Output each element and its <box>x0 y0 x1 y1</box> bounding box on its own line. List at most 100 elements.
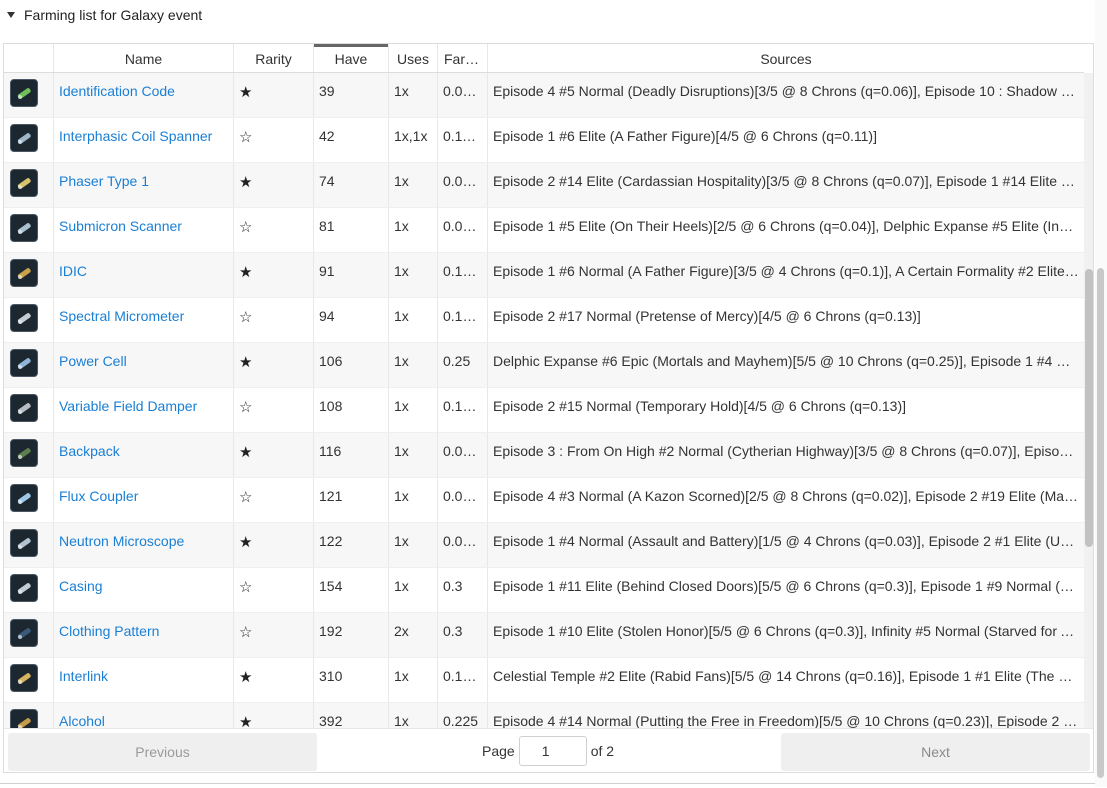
rarity-cell: ☆ <box>234 568 314 612</box>
have-cell: 154 <box>314 568 389 612</box>
table-row[interactable]: Casing ☆ 154 1x 0.3 Episode 1 #11 Elite (Behi… <box>4 568 1084 613</box>
item-name-link[interactable]: Casing <box>59 578 103 594</box>
item-name-link[interactable]: Neutron Microscope <box>59 533 184 549</box>
backpack-icon <box>10 439 38 467</box>
farm-cell: 0.15… <box>438 658 488 702</box>
uses-cell: 1x <box>389 478 438 522</box>
page-scrollbar-thumb[interactable] <box>1097 268 1104 778</box>
rarity-cell: ☆ <box>234 298 314 342</box>
sources-cell: Episode 4 #14 Normal (Putting the Free i… <box>493 713 1084 728</box>
page-input[interactable] <box>518 736 587 766</box>
item-name-link[interactable]: Variable Field Damper <box>59 398 197 414</box>
sources-cell: Episode 1 #6 Elite (A Father Figure)[4/5… <box>493 128 877 144</box>
have-cell: 310 <box>314 658 389 702</box>
table-row[interactable]: Flux Coupler ☆ 121 1x 0.02… Episode 4 #3 Norm… <box>4 478 1084 523</box>
item-name-cell: Clothing Pattern <box>54 613 234 657</box>
uses-cell: 1x <box>389 658 438 702</box>
table-scrollbar[interactable] <box>1084 73 1093 728</box>
item-name-link[interactable]: Interphasic Coil Spanner <box>59 128 212 144</box>
item-icon-cell <box>4 208 54 252</box>
casing-icon <box>10 574 38 602</box>
item-icon-cell <box>4 163 54 207</box>
table-row[interactable]: Power Cell ★ 106 1x 0.25 Delphic Expanse #6 E… <box>4 343 1084 388</box>
table-row[interactable]: Alcohol ★ 392 1x 0.225 Episode 4 #14 Normal (… <box>4 703 1084 728</box>
uses-cell: 1x <box>389 343 438 387</box>
item-name-link[interactable]: Spectral Micrometer <box>59 308 184 324</box>
farm-cell: 0.3 <box>438 613 488 657</box>
rarity-cell: ☆ <box>234 613 314 657</box>
table-scrollbar-thumb[interactable] <box>1085 269 1093 547</box>
column-header-uses[interactable]: Uses <box>389 44 438 72</box>
item-name-cell: Backpack <box>54 433 234 477</box>
item-name-link[interactable]: IDIC <box>59 263 87 279</box>
item-name-link[interactable]: Interlink <box>59 668 108 684</box>
next-button[interactable]: Next <box>781 733 1090 771</box>
table-row[interactable]: Spectral Micrometer ☆ 94 1x 0.13… Episode 2 #… <box>4 298 1084 343</box>
table-row[interactable]: Clothing Pattern ☆ 192 2x 0.3 Episode 1 #10 E… <box>4 613 1084 658</box>
table-body: Identification Code ★ 39 1x 0.06… Episode 4 #… <box>4 73 1084 728</box>
sources-cell: Episode 3 : From On High #2 Normal (Cyth… <box>493 443 1084 459</box>
table-row[interactable]: Phaser Type 1 ★ 74 1x 0.06… Episode 2 #14 Eli… <box>4 163 1084 208</box>
item-name-cell: Interlink <box>54 658 234 702</box>
caret-down-icon[interactable] <box>7 12 15 18</box>
farm-cell: 0.13… <box>438 298 488 342</box>
page-total: of 2 <box>590 743 615 759</box>
table-row[interactable]: Backpack ★ 116 1x 0.06… Episode 3 : From On H… <box>4 433 1084 478</box>
item-icon-cell <box>4 613 54 657</box>
item-icon-cell <box>4 253 54 297</box>
item-name-link[interactable]: Submicron Scanner <box>59 218 182 234</box>
sources-cell: Celestial Temple #2 Elite (Rabid Fans)[5… <box>493 668 1084 684</box>
uses-cell: 1x <box>389 703 438 728</box>
damper-icon <box>10 394 38 422</box>
uses-cell: 1x <box>389 253 438 297</box>
farm-cell: 0.06… <box>438 73 488 117</box>
divider <box>0 783 1095 788</box>
item-name-link[interactable]: Flux Coupler <box>59 488 138 504</box>
column-header-sources[interactable]: Sources <box>488 44 1084 72</box>
item-name-link[interactable]: Power Cell <box>59 353 127 369</box>
pagination: Previous Page of 2 Next <box>4 728 1093 772</box>
uses-cell: 1x,1x <box>389 118 438 162</box>
rarity-cell: ★ <box>234 253 314 297</box>
table-row[interactable]: Submicron Scanner ☆ 81 1x 0.04… Episode 1 #5 … <box>4 208 1084 253</box>
uses-cell: 1x <box>389 433 438 477</box>
rarity-cell: ☆ <box>234 478 314 522</box>
item-name-link[interactable]: Backpack <box>59 443 120 459</box>
column-header-have[interactable]: Have <box>314 44 389 72</box>
item-icon-cell <box>4 343 54 387</box>
uses-cell: 2x <box>389 613 438 657</box>
item-icon-cell <box>4 298 54 342</box>
item-name-cell: Casing <box>54 568 234 612</box>
have-cell: 122 <box>314 523 389 567</box>
farm-cell: 0.13… <box>438 388 488 432</box>
previous-button[interactable]: Previous <box>8 733 317 771</box>
table-row[interactable]: Identification Code ★ 39 1x 0.06… Episode 4 #… <box>4 73 1084 118</box>
rarity-cell: ★ <box>234 433 314 477</box>
table-header: Name Rarity Have Uses Far… Sources <box>4 44 1084 73</box>
farm-cell: 0.25 <box>438 343 488 387</box>
uniform-icon <box>10 619 38 647</box>
item-name-cell: Flux Coupler <box>54 478 234 522</box>
panel-header[interactable]: Farming list for Galaxy event <box>0 0 1095 30</box>
column-header-farm[interactable]: Far… <box>438 44 488 72</box>
table-row[interactable]: Neutron Microscope ★ 122 1x 0.03… Episode 1 #… <box>4 523 1084 568</box>
column-header-rarity[interactable]: Rarity <box>234 44 314 72</box>
item-name-link[interactable]: Alcohol <box>59 713 105 728</box>
table-row[interactable]: Variable Field Damper ☆ 108 1x 0.13… Episode … <box>4 388 1084 433</box>
table-row[interactable]: Interphasic Coil Spanner ☆ 42 1x,1x 0.11… Epi… <box>4 118 1084 163</box>
rarity-cell: ★ <box>234 523 314 567</box>
table-row[interactable]: Interlink ★ 310 1x 0.15… Celestial Temple #2 … <box>4 658 1084 703</box>
rarity-cell: ☆ <box>234 388 314 432</box>
table-row[interactable]: IDIC ★ 91 1x 0.10… Episode 1 #6 Normal (A Fat… <box>4 253 1084 298</box>
sources-cell: Episode 1 #5 Elite (On Their Heels)[2/5 … <box>493 218 1084 234</box>
page-scrollbar[interactable] <box>1095 0 1107 787</box>
rarity-cell: ★ <box>234 163 314 207</box>
have-cell: 81 <box>314 208 389 252</box>
have-cell: 42 <box>314 118 389 162</box>
item-icon-cell <box>4 73 54 117</box>
item-name-link[interactable]: Phaser Type 1 <box>59 173 149 189</box>
farm-cell: 0.02… <box>438 478 488 522</box>
column-header-name[interactable]: Name <box>54 44 234 72</box>
item-name-link[interactable]: Identification Code <box>59 83 175 99</box>
item-name-link[interactable]: Clothing Pattern <box>59 623 159 639</box>
